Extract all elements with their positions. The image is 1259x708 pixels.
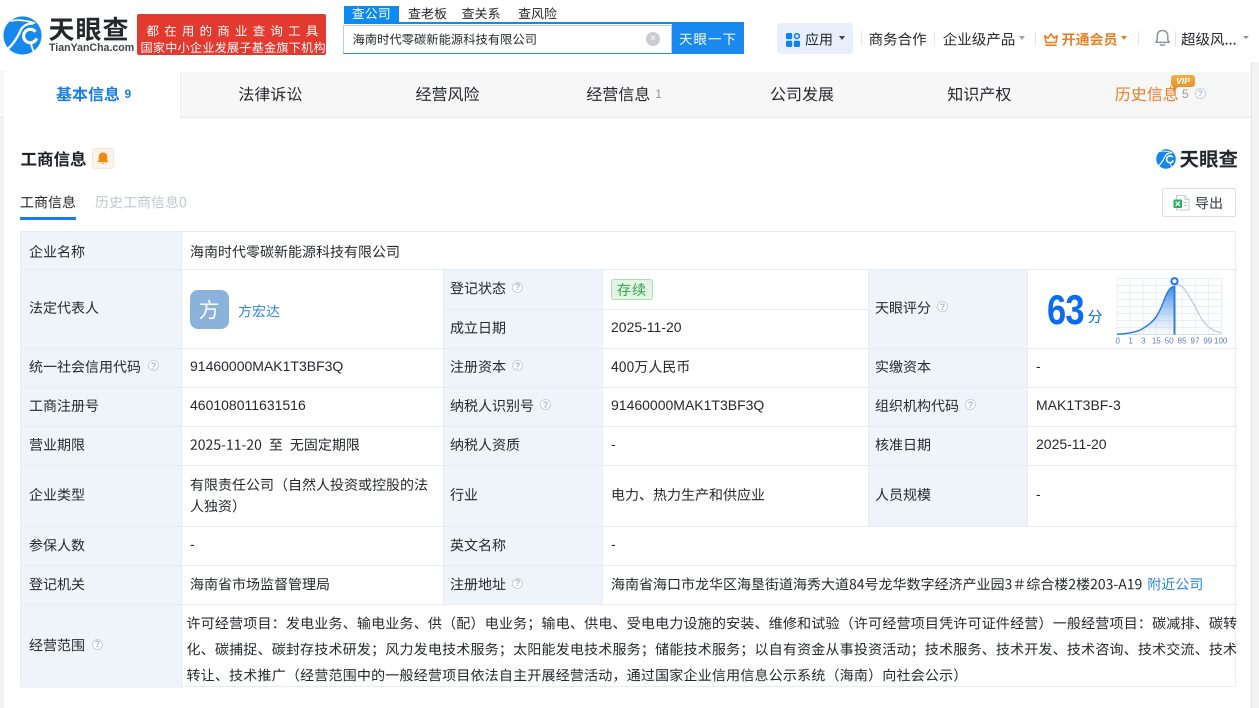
svg-text:85: 85 <box>1178 337 1187 346</box>
svg-text:15: 15 <box>1152 337 1161 346</box>
svg-text:50: 50 <box>1165 337 1174 346</box>
svg-text:99: 99 <box>1203 337 1212 346</box>
svg-text:3: 3 <box>1141 337 1146 346</box>
svg-text:0: 0 <box>1115 337 1120 346</box>
svg-text:97: 97 <box>1191 337 1200 346</box>
svg-text:100: 100 <box>1214 337 1228 346</box>
svg-text:1: 1 <box>1128 337 1133 346</box>
